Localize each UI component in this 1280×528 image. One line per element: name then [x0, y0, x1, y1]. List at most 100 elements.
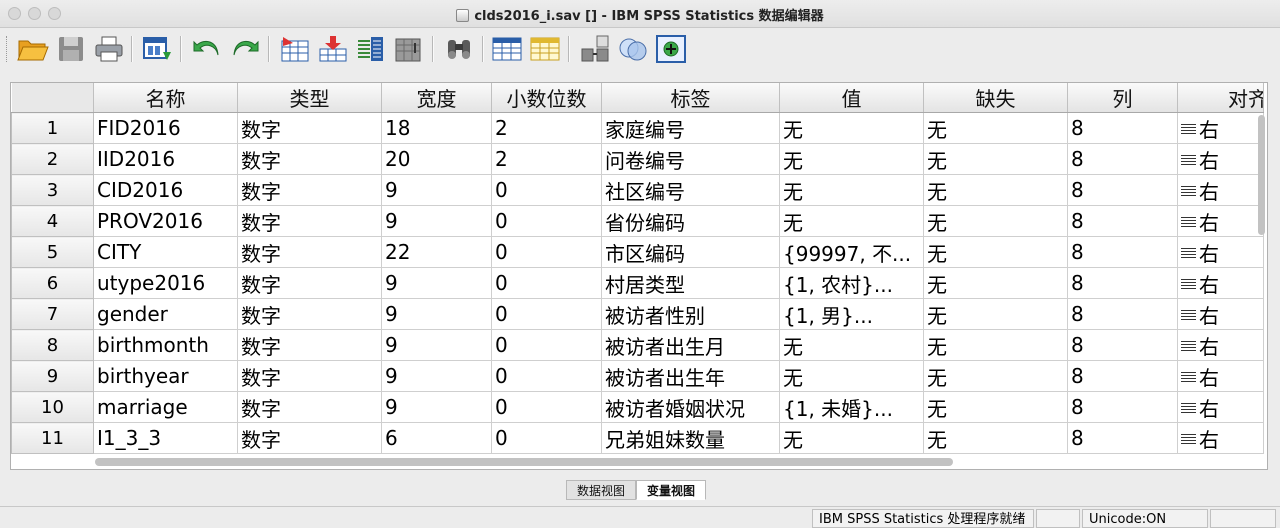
- column-header-columns[interactable]: 列: [1067, 83, 1178, 113]
- row-number[interactable]: 10: [11, 391, 94, 423]
- columns-cell[interactable]: 8: [1067, 298, 1178, 330]
- values-cell[interactable]: 无: [779, 422, 924, 454]
- type-cell[interactable]: 数字: [237, 174, 382, 206]
- values-cell[interactable]: 无: [779, 329, 924, 361]
- value-labels-button[interactable]: [654, 33, 688, 65]
- table-row[interactable]: 10 marriage 数字 9 0 被访者婚姻状况 {1, 未婚}... 无 8 右: [11, 391, 1264, 423]
- align-cell[interactable]: 右: [1177, 360, 1264, 392]
- name-cell[interactable]: PROV2016: [93, 205, 238, 237]
- align-cell[interactable]: 右: [1177, 174, 1264, 206]
- missing-cell[interactable]: 无: [923, 267, 1068, 299]
- horizontal-scrollbar[interactable]: [95, 458, 953, 466]
- variable-view-grid[interactable]: 名称 类型 宽度 小数位数 标签 值 缺失 列 对齐 1FID2016数字182…: [11, 83, 1267, 469]
- name-cell[interactable]: FID2016: [93, 112, 238, 144]
- width-cell[interactable]: 22: [381, 236, 492, 268]
- label-cell[interactable]: 省份编码: [601, 205, 780, 237]
- type-cell[interactable]: 数字: [237, 360, 382, 392]
- align-cell[interactable]: 右: [1177, 329, 1264, 361]
- label-cell[interactable]: 村居类型: [601, 267, 780, 299]
- values-cell[interactable]: {1, 男}...: [779, 298, 924, 330]
- label-cell[interactable]: 被访者婚姻状况: [601, 391, 780, 423]
- redo-button[interactable]: [228, 33, 262, 65]
- row-number[interactable]: 7: [11, 298, 94, 330]
- table-row[interactable]: 2 IID2016 数字 20 2 问卷编号无无 8 右: [11, 143, 1264, 175]
- type-cell[interactable]: 数字: [237, 112, 382, 144]
- values-cell[interactable]: 无: [779, 112, 924, 144]
- goto-case-button[interactable]: [278, 33, 312, 65]
- column-header-decimals[interactable]: 小数位数: [491, 83, 602, 113]
- type-cell[interactable]: 数字: [237, 298, 382, 330]
- run-descriptives-button[interactable]: [392, 33, 426, 65]
- columns-cell[interactable]: 8: [1067, 360, 1178, 392]
- row-number[interactable]: 2: [11, 143, 94, 175]
- decimals-cell[interactable]: 2: [491, 112, 602, 144]
- table-row[interactable]: 4 PROV2016 数字 9 0 省份编码无无 8 右: [11, 205, 1264, 237]
- table-row[interactable]: 6 utype2016 数字 9 0 村居类型 {1, 农村}... 无 8 右: [11, 267, 1264, 299]
- name-cell[interactable]: I1_3_3: [93, 422, 238, 454]
- row-number[interactable]: 4: [11, 205, 94, 237]
- align-cell[interactable]: 右: [1177, 205, 1264, 237]
- column-header-name[interactable]: 名称: [93, 83, 238, 113]
- decimals-cell[interactable]: 0: [491, 298, 602, 330]
- label-cell[interactable]: 社区编号: [601, 174, 780, 206]
- row-number[interactable]: 1: [11, 112, 94, 144]
- goto-variable-button[interactable]: [316, 33, 350, 65]
- select-cases-button[interactable]: [616, 33, 650, 65]
- columns-cell[interactable]: 8: [1067, 236, 1178, 268]
- row-number[interactable]: 8: [11, 329, 94, 361]
- type-cell[interactable]: 数字: [237, 143, 382, 175]
- insert-variable-button[interactable]: [528, 33, 562, 65]
- missing-cell[interactable]: 无: [923, 174, 1068, 206]
- toolbar-grip[interactable]: [6, 36, 9, 62]
- label-cell[interactable]: 兄弟姐妹数量: [601, 422, 780, 454]
- row-number[interactable]: 11: [11, 422, 94, 454]
- name-cell[interactable]: gender: [93, 298, 238, 330]
- columns-cell[interactable]: 8: [1067, 391, 1178, 423]
- type-cell[interactable]: 数字: [237, 422, 382, 454]
- width-cell[interactable]: 9: [381, 267, 492, 299]
- name-cell[interactable]: birthyear: [93, 360, 238, 392]
- decimals-cell[interactable]: 0: [491, 236, 602, 268]
- table-row[interactable]: 1 FID2016 数字 18 2 家庭编号无无 8 右: [11, 112, 1264, 144]
- insert-cases-button[interactable]: [490, 33, 524, 65]
- vertical-scrollbar[interactable]: [1258, 115, 1265, 235]
- type-cell[interactable]: 数字: [237, 205, 382, 237]
- type-cell[interactable]: 数字: [237, 329, 382, 361]
- table-row[interactable]: 3 CID2016 数字 9 0 社区编号无无 8 右: [11, 174, 1264, 206]
- values-cell[interactable]: 无: [779, 143, 924, 175]
- name-cell[interactable]: birthmonth: [93, 329, 238, 361]
- column-header-missing[interactable]: 缺失: [923, 83, 1068, 113]
- name-cell[interactable]: CID2016: [93, 174, 238, 206]
- column-header-values[interactable]: 值: [779, 83, 924, 113]
- label-cell[interactable]: 问卷编号: [601, 143, 780, 175]
- values-cell[interactable]: {99997, 不...: [779, 236, 924, 268]
- label-cell[interactable]: 被访者出生月: [601, 329, 780, 361]
- open-file-button[interactable]: [16, 33, 50, 65]
- missing-cell[interactable]: 无: [923, 143, 1068, 175]
- grid-corner[interactable]: [11, 83, 94, 113]
- align-cell[interactable]: 右: [1177, 143, 1264, 175]
- row-number[interactable]: 9: [11, 360, 94, 392]
- table-row[interactable]: 9 birthyear 数字 9 0 被访者出生年无无 8 右: [11, 360, 1264, 392]
- width-cell[interactable]: 9: [381, 298, 492, 330]
- missing-cell[interactable]: 无: [923, 205, 1068, 237]
- decimals-cell[interactable]: 0: [491, 422, 602, 454]
- split-file-button[interactable]: [578, 33, 612, 65]
- table-row[interactable]: 11 I1_3_3 数字 6 0 兄弟姐妹数量无无 8 右: [11, 422, 1264, 454]
- width-cell[interactable]: 6: [381, 422, 492, 454]
- tab-variable-view[interactable]: 变量视图: [636, 480, 707, 500]
- column-header-label[interactable]: 标签: [601, 83, 780, 113]
- tab-data-view[interactable]: 数据视图: [566, 480, 637, 500]
- missing-cell[interactable]: 无: [923, 422, 1068, 454]
- label-cell[interactable]: 被访者出生年: [601, 360, 780, 392]
- type-cell[interactable]: 数字: [237, 236, 382, 268]
- align-cell[interactable]: 右: [1177, 267, 1264, 299]
- width-cell[interactable]: 20: [381, 143, 492, 175]
- decimals-cell[interactable]: 0: [491, 205, 602, 237]
- align-cell[interactable]: 右: [1177, 236, 1264, 268]
- missing-cell[interactable]: 无: [923, 298, 1068, 330]
- columns-cell[interactable]: 8: [1067, 205, 1178, 237]
- decimals-cell[interactable]: 0: [491, 391, 602, 423]
- name-cell[interactable]: utype2016: [93, 267, 238, 299]
- name-cell[interactable]: IID2016: [93, 143, 238, 175]
